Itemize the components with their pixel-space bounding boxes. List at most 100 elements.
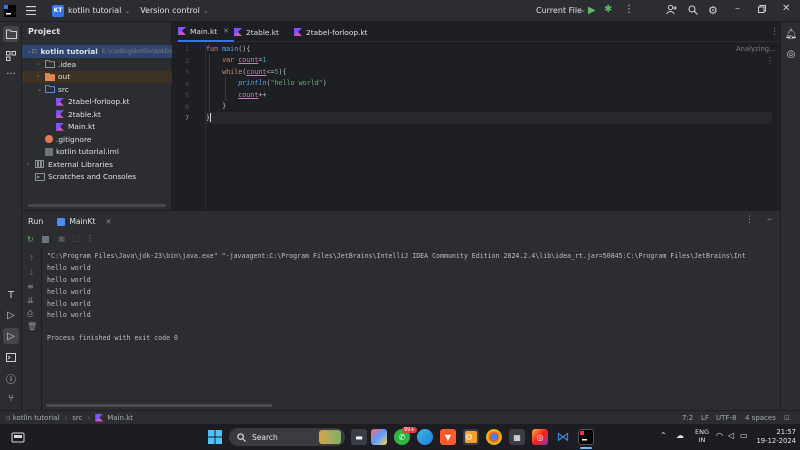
add-user-icon[interactable] [666, 4, 677, 18]
close-icon[interactable]: ✕ [782, 3, 790, 14]
copilot-icon[interactable] [371, 429, 387, 445]
battery-icon[interactable]: ▭ [740, 431, 748, 440]
run-tool-title[interactable]: Run [28, 217, 43, 226]
close-tab-icon[interactable]: ✕ [105, 218, 111, 226]
cloud-icon[interactable]: ☁ [676, 431, 684, 440]
restore-layout-icon[interactable]: ⬚ [72, 234, 80, 243]
taskbar-search[interactable]: Search [229, 428, 345, 446]
project-tool-icon[interactable] [3, 26, 19, 42]
breadcrumb-src[interactable]: src [72, 414, 82, 422]
file-explorer-icon[interactable]: ▬ [351, 429, 367, 445]
tree-item-gitignore[interactable]: .gitignore [22, 133, 172, 146]
line-separator[interactable]: LF [701, 414, 709, 422]
more-tools-icon[interactable]: ··· [3, 66, 19, 82]
language-indicator[interactable]: ENG IN [695, 428, 709, 444]
tree-item-src[interactable]: ⌄ src [22, 83, 172, 96]
instagram-icon[interactable]: ◎ [532, 429, 548, 445]
file-encoding[interactable]: UTF-8 [716, 414, 736, 422]
brave-icon[interactable]: ▼ [440, 429, 456, 445]
tree-item-2tabel-forloop[interactable]: 2tabel-forloop.kt [22, 96, 172, 109]
chevron-up-icon[interactable]: ⌃ [660, 431, 667, 440]
tree-item-scratches[interactable]: Scratches and Consoles [22, 171, 172, 184]
chevron-down-icon[interactable]: ⌄ [124, 7, 130, 15]
vscode-icon[interactable]: ⋈ [555, 429, 571, 445]
run-config-selector[interactable]: Current File [536, 6, 582, 15]
soft-wrap-icon[interactable]: ≡ [27, 282, 34, 291]
stop-icon[interactable] [42, 236, 49, 243]
build-icon[interactable]: T [3, 287, 19, 303]
indent-setting[interactable]: 4 spaces [745, 414, 776, 422]
tree-item-out[interactable]: › out [22, 70, 172, 83]
caret-position[interactable]: 7:2 [682, 414, 693, 422]
project-badge[interactable]: KT [52, 4, 64, 17]
chevron-right-icon[interactable]: › [27, 161, 35, 168]
more-icon[interactable]: ⋮ [766, 56, 774, 65]
windows-start-icon[interactable] [207, 429, 223, 445]
up-arrow-icon[interactable]: ↑ [28, 254, 35, 263]
restore-icon[interactable] [758, 5, 766, 15]
tab-2table[interactable]: 2table.kt [234, 22, 279, 42]
tab-2tabel-forloop[interactable]: 2tabel-forloop.kt [294, 22, 368, 42]
minimize-icon[interactable]: – [735, 3, 740, 14]
chevron-right-icon[interactable]: › [37, 61, 45, 68]
breadcrumb-file[interactable]: Main.kt [107, 414, 133, 422]
console-output[interactable]: "C:\Program Files\Java\jdk-23\bin\java.e… [42, 248, 780, 410]
more-icon[interactable]: ⋮ [86, 234, 94, 243]
tree-item-kotlin-tutorial[interactable]: ⌄ kotlin tutorial E:\coding\kotlin\kotli… [22, 45, 172, 58]
chevron-down-icon[interactable]: ⌄ [580, 6, 586, 14]
settings-icon[interactable]: ⚙ [708, 4, 718, 17]
tree-item-idea[interactable]: › .idea [22, 58, 172, 71]
chevron-down-icon[interactable]: ⌄ [37, 86, 45, 93]
down-arrow-icon[interactable]: ↓ [28, 268, 35, 277]
store-icon[interactable]: ▦ [509, 429, 525, 445]
chevron-down-icon[interactable]: ⌄ [203, 7, 209, 15]
print-icon[interactable]: ⎙ [27, 309, 33, 319]
speaker-icon[interactable]: ◁ [728, 431, 734, 440]
debug-icon[interactable]: ✱ [604, 4, 612, 15]
wifi-icon[interactable]: ◠ [716, 431, 723, 440]
outlook-icon[interactable] [463, 429, 479, 445]
scroll-to-end-icon[interactable]: ⇊ [27, 296, 34, 305]
kotlin-file-icon [95, 413, 104, 422]
chrome-icon[interactable] [486, 429, 502, 445]
weather-icon[interactable] [10, 429, 26, 445]
search-icon[interactable] [688, 5, 698, 17]
horizontal-scrollbar[interactable] [46, 404, 272, 407]
notifications-icon[interactable]: 🔔︎ [783, 26, 799, 42]
chevron-down-icon[interactable]: ⌄ [56, 26, 62, 34]
tree-item-2table[interactable]: 2table.kt [22, 108, 172, 121]
close-tab-icon[interactable]: ✕ [223, 27, 229, 35]
ai-assistant-icon[interactable]: ◎ [783, 46, 799, 62]
project-name[interactable]: kotlin tutorial [68, 6, 121, 15]
tree-item-main-kt[interactable]: Main.kt [22, 121, 172, 134]
run-tool-icon[interactable]: ▷ [3, 328, 19, 344]
more-tabs-icon[interactable]: ⋮ [770, 27, 779, 37]
lock-icon[interactable]: ⊡ [784, 414, 790, 422]
chevron-right-icon[interactable]: › [37, 73, 45, 80]
more-icon[interactable]: ⋮ [624, 4, 634, 15]
tab-main-kt[interactable]: Main.kt ✕ [178, 22, 234, 42]
terminal-icon[interactable] [3, 349, 19, 365]
version-control-menu[interactable]: Version control [140, 6, 200, 15]
tab-mainkt[interactable]: MainKt ✕ [57, 217, 111, 226]
menu-icon[interactable] [20, 0, 42, 22]
clock[interactable]: 21:57 19-12-2024 [752, 428, 796, 445]
trash-icon[interactable]: 🗑︎ [27, 322, 37, 331]
services-icon[interactable]: ▷ [3, 307, 19, 323]
code-line: fun main(){ [206, 44, 251, 53]
minimize-panel-icon[interactable]: – [767, 214, 772, 225]
edge-icon[interactable] [417, 429, 433, 445]
problems-icon[interactable]: ⓘ [3, 370, 19, 386]
git-icon[interactable]: ⑂ [3, 390, 19, 406]
more-icon[interactable]: ⋮ [745, 215, 754, 225]
tree-item-iml[interactable]: kotlin tutorial.iml [22, 146, 172, 159]
code-editor[interactable]: fun main(){ var count = 1 while(count <= 5){… [206, 42, 776, 210]
tree-item-external-libraries[interactable]: › External Libraries [22, 158, 172, 171]
horizontal-scrollbar[interactable] [28, 204, 166, 207]
intellij-taskbar-icon[interactable] [578, 429, 594, 445]
breadcrumb-project[interactable]: kotlin tutorial [13, 414, 60, 422]
plugins-icon[interactable] [3, 48, 19, 64]
run-icon[interactable]: ▶ [588, 5, 596, 16]
rerun-icon[interactable]: ↻ [27, 235, 34, 244]
screenshot-icon[interactable]: ▣ [58, 234, 66, 243]
